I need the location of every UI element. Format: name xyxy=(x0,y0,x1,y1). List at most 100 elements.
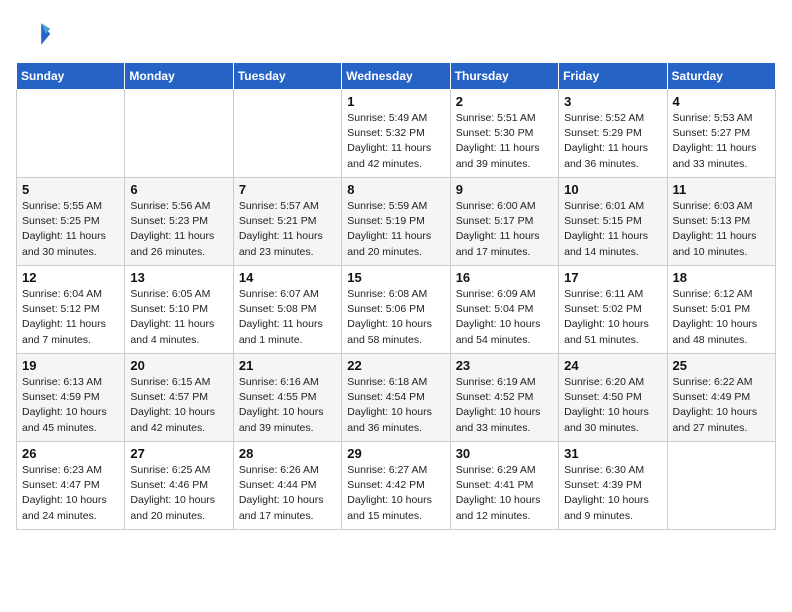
day-info: Sunrise: 6:20 AM Sunset: 4:50 PM Dayligh… xyxy=(564,375,661,436)
calendar-cell: 10Sunrise: 6:01 AM Sunset: 5:15 PM Dayli… xyxy=(559,178,667,266)
calendar-cell: 25Sunrise: 6:22 AM Sunset: 4:49 PM Dayli… xyxy=(667,354,775,442)
calendar-cell xyxy=(667,442,775,530)
weekday-header: Friday xyxy=(559,63,667,90)
day-info: Sunrise: 6:23 AM Sunset: 4:47 PM Dayligh… xyxy=(22,463,119,524)
day-info: Sunrise: 5:49 AM Sunset: 5:32 PM Dayligh… xyxy=(347,111,444,172)
day-info: Sunrise: 6:18 AM Sunset: 4:54 PM Dayligh… xyxy=(347,375,444,436)
calendar-cell xyxy=(233,90,341,178)
day-number: 7 xyxy=(239,182,336,197)
calendar-cell: 18 Sunrise: 6:12 AM Sunset: 5:01 PM Dayli… xyxy=(667,266,775,354)
weekday-header: Saturday xyxy=(667,63,775,90)
day-number: 30 xyxy=(456,446,553,461)
calendar-cell: 2 Sunrise: 5:51 AM Sunset: 5:30 PM Daylig… xyxy=(450,90,558,178)
day-number: 26 xyxy=(22,446,119,461)
day-number: 31 xyxy=(564,446,661,461)
day-info: Sunrise: 6:13 AM Sunset: 4:59 PM Dayligh… xyxy=(22,375,119,436)
day-info: Sunrise: 6:29 AM Sunset: 4:41 PM Dayligh… xyxy=(456,463,553,524)
day-number: 11 xyxy=(673,182,770,197)
day-number: 9 xyxy=(456,182,553,197)
calendar-week: 5 Sunrise: 5:55 AM Sunset: 5:25 PM Daylig… xyxy=(17,178,776,266)
day-info: Sunrise: 5:55 AM Sunset: 5:25 PM Dayligh… xyxy=(22,199,119,260)
day-number: 25 xyxy=(673,358,770,373)
day-number: 28 xyxy=(239,446,336,461)
weekday-header: Sunday xyxy=(17,63,125,90)
day-info: Sunrise: 5:53 AM Sunset: 5:27 PM Dayligh… xyxy=(673,111,770,172)
day-number: 21 xyxy=(239,358,336,373)
day-number: 29 xyxy=(347,446,444,461)
day-number: 15 xyxy=(347,270,444,285)
calendar-header: SundayMondayTuesdayWednesdayThursdayFrid… xyxy=(17,63,776,90)
calendar-cell: 8Sunrise: 5:59 AM Sunset: 5:19 PM Daylig… xyxy=(342,178,450,266)
day-number: 13 xyxy=(130,270,227,285)
day-number: 20 xyxy=(130,358,227,373)
calendar-cell: 21 Sunrise: 6:16 AM Sunset: 4:55 PM Dayli… xyxy=(233,354,341,442)
day-number: 19 xyxy=(22,358,119,373)
calendar-cell: 15 Sunrise: 6:08 AM Sunset: 5:06 PM Dayli… xyxy=(342,266,450,354)
day-number: 4 xyxy=(673,94,770,109)
day-info: Sunrise: 6:04 AM Sunset: 5:12 PM Dayligh… xyxy=(22,287,119,348)
calendar-cell: 3Sunrise: 5:52 AM Sunset: 5:29 PM Daylig… xyxy=(559,90,667,178)
calendar-cell: 29 Sunrise: 6:27 AM Sunset: 4:42 PM Dayli… xyxy=(342,442,450,530)
day-info: Sunrise: 6:26 AM Sunset: 4:44 PM Dayligh… xyxy=(239,463,336,524)
calendar-cell: 4 Sunrise: 5:53 AM Sunset: 5:27 PM Daylig… xyxy=(667,90,775,178)
page-header xyxy=(16,16,776,52)
day-number: 5 xyxy=(22,182,119,197)
calendar-cell: 24Sunrise: 6:20 AM Sunset: 4:50 PM Dayli… xyxy=(559,354,667,442)
calendar-cell: 9 Sunrise: 6:00 AM Sunset: 5:17 PM Daylig… xyxy=(450,178,558,266)
day-info: Sunrise: 6:08 AM Sunset: 5:06 PM Dayligh… xyxy=(347,287,444,348)
day-info: Sunrise: 6:27 AM Sunset: 4:42 PM Dayligh… xyxy=(347,463,444,524)
day-info: Sunrise: 6:05 AM Sunset: 5:10 PM Dayligh… xyxy=(130,287,227,348)
calendar-cell: 23Sunrise: 6:19 AM Sunset: 4:52 PM Dayli… xyxy=(450,354,558,442)
calendar-cell: 1 Sunrise: 5:49 AM Sunset: 5:32 PM Daylig… xyxy=(342,90,450,178)
calendar-cell: 20 Sunrise: 6:15 AM Sunset: 4:57 PM Dayli… xyxy=(125,354,233,442)
weekday-header: Tuesday xyxy=(233,63,341,90)
day-info: Sunrise: 6:16 AM Sunset: 4:55 PM Dayligh… xyxy=(239,375,336,436)
day-info: Sunrise: 6:11 AM Sunset: 5:02 PM Dayligh… xyxy=(564,287,661,348)
day-info: Sunrise: 6:03 AM Sunset: 5:13 PM Dayligh… xyxy=(673,199,770,260)
calendar-week: 26 Sunrise: 6:23 AM Sunset: 4:47 PM Dayli… xyxy=(17,442,776,530)
day-info: Sunrise: 5:57 AM Sunset: 5:21 PM Dayligh… xyxy=(239,199,336,260)
calendar-cell: 17 Sunrise: 6:11 AM Sunset: 5:02 PM Dayli… xyxy=(559,266,667,354)
logo xyxy=(16,16,56,52)
calendar-week: 12 Sunrise: 6:04 AM Sunset: 5:12 PM Dayli… xyxy=(17,266,776,354)
day-info: Sunrise: 6:30 AM Sunset: 4:39 PM Dayligh… xyxy=(564,463,661,524)
day-number: 18 xyxy=(673,270,770,285)
calendar-cell: 31 Sunrise: 6:30 AM Sunset: 4:39 PM Dayli… xyxy=(559,442,667,530)
day-info: Sunrise: 6:00 AM Sunset: 5:17 PM Dayligh… xyxy=(456,199,553,260)
calendar-cell: 11 Sunrise: 6:03 AM Sunset: 5:13 PM Dayli… xyxy=(667,178,775,266)
day-info: Sunrise: 6:15 AM Sunset: 4:57 PM Dayligh… xyxy=(130,375,227,436)
calendar-cell: 28 Sunrise: 6:26 AM Sunset: 4:44 PM Dayli… xyxy=(233,442,341,530)
calendar-table: SundayMondayTuesdayWednesdayThursdayFrid… xyxy=(16,62,776,530)
calendar-cell: 30 Sunrise: 6:29 AM Sunset: 4:41 PM Dayli… xyxy=(450,442,558,530)
weekday-header: Thursday xyxy=(450,63,558,90)
day-number: 16 xyxy=(456,270,553,285)
day-info: Sunrise: 6:09 AM Sunset: 5:04 PM Dayligh… xyxy=(456,287,553,348)
day-info: Sunrise: 6:12 AM Sunset: 5:01 PM Dayligh… xyxy=(673,287,770,348)
weekday-header: Wednesday xyxy=(342,63,450,90)
day-number: 1 xyxy=(347,94,444,109)
calendar-cell: 19 Sunrise: 6:13 AM Sunset: 4:59 PM Dayli… xyxy=(17,354,125,442)
calendar-week: 19 Sunrise: 6:13 AM Sunset: 4:59 PM Dayli… xyxy=(17,354,776,442)
calendar-cell: 13 Sunrise: 6:05 AM Sunset: 5:10 PM Dayli… xyxy=(125,266,233,354)
day-info: Sunrise: 6:07 AM Sunset: 5:08 PM Dayligh… xyxy=(239,287,336,348)
calendar-cell xyxy=(17,90,125,178)
calendar-cell: 7 Sunrise: 5:57 AM Sunset: 5:21 PM Daylig… xyxy=(233,178,341,266)
calendar-body: 1 Sunrise: 5:49 AM Sunset: 5:32 PM Daylig… xyxy=(17,90,776,530)
calendar-cell: 6Sunrise: 5:56 AM Sunset: 5:23 PM Daylig… xyxy=(125,178,233,266)
calendar-cell: 22Sunrise: 6:18 AM Sunset: 4:54 PM Dayli… xyxy=(342,354,450,442)
day-info: Sunrise: 6:01 AM Sunset: 5:15 PM Dayligh… xyxy=(564,199,661,260)
day-number: 2 xyxy=(456,94,553,109)
day-info: Sunrise: 5:56 AM Sunset: 5:23 PM Dayligh… xyxy=(130,199,227,260)
day-number: 17 xyxy=(564,270,661,285)
day-number: 12 xyxy=(22,270,119,285)
calendar-cell: 12 Sunrise: 6:04 AM Sunset: 5:12 PM Dayli… xyxy=(17,266,125,354)
calendar-cell: 26 Sunrise: 6:23 AM Sunset: 4:47 PM Dayli… xyxy=(17,442,125,530)
calendar-cell: 16 Sunrise: 6:09 AM Sunset: 5:04 PM Dayli… xyxy=(450,266,558,354)
day-number: 14 xyxy=(239,270,336,285)
day-number: 3 xyxy=(564,94,661,109)
day-info: Sunrise: 6:25 AM Sunset: 4:46 PM Dayligh… xyxy=(130,463,227,524)
day-info: Sunrise: 5:51 AM Sunset: 5:30 PM Dayligh… xyxy=(456,111,553,172)
calendar-cell xyxy=(125,90,233,178)
calendar-cell: 14 Sunrise: 6:07 AM Sunset: 5:08 PM Dayli… xyxy=(233,266,341,354)
calendar-week: 1 Sunrise: 5:49 AM Sunset: 5:32 PM Daylig… xyxy=(17,90,776,178)
